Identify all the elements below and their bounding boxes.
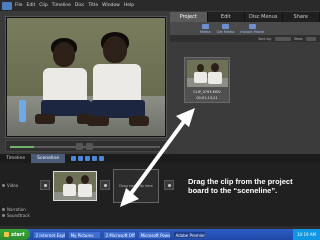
tool-icon[interactable] xyxy=(70,156,76,161)
instant-movie-button[interactable]: Instant Movie xyxy=(240,23,264,34)
clip-duration: 00;01;13;21 xyxy=(196,96,218,100)
project-toolbar: Media Get Media Instant Movie xyxy=(170,22,320,35)
menu-edit[interactable]: Edit xyxy=(27,3,36,8)
view-label: View: xyxy=(293,36,303,41)
sort-label: Sort by: xyxy=(258,36,272,41)
tab-disc-menus[interactable]: Disc Menus xyxy=(245,12,283,22)
task-tabs: Project Edit Disc Menus Share xyxy=(170,12,320,22)
windows-taskbar: start 2 Internet Explorer My Pictures 2 … xyxy=(0,229,320,240)
project-clip-card[interactable]: CLIP_0793.MOV 00;01;13;21 xyxy=(184,57,230,103)
windows-logo-icon xyxy=(4,232,9,237)
taskbar-item[interactable]: Microsoft PowerPoi... xyxy=(137,230,171,239)
taskbar-item[interactable]: 2 Internet Explorer xyxy=(32,230,66,239)
water-bottle xyxy=(19,100,26,122)
monitor-panel xyxy=(0,12,170,154)
system-tray: 10:19 AM xyxy=(293,229,320,240)
track-dot-icon xyxy=(2,184,5,187)
tool-icon[interactable] xyxy=(91,156,97,161)
scrub-fill xyxy=(10,146,34,148)
drop-target[interactable]: Drag next clip here xyxy=(113,169,159,203)
get-media-button[interactable]: Get Media xyxy=(217,23,234,34)
transition-slot[interactable] xyxy=(40,180,50,190)
track-dot-icon xyxy=(2,214,5,217)
menu-file[interactable]: File xyxy=(15,3,23,8)
monitor-scrubber[interactable] xyxy=(5,140,167,152)
taskbar-item[interactable]: My Pictures xyxy=(67,230,101,239)
video-preview[interactable] xyxy=(7,18,165,136)
sceneline-area: Video Narration Soundtrack Drag next cli… xyxy=(0,163,320,226)
clip-name: CLIP_0793.MOV xyxy=(193,90,221,94)
sceneline-tools xyxy=(70,156,104,161)
taskbar-item[interactable]: Adobe Premiere Ele... xyxy=(172,230,206,239)
menu-bar: File Edit Clip Timeline Disc Title Windo… xyxy=(0,0,320,154)
menu-clip[interactable]: Clip xyxy=(39,3,48,8)
taskbar-item[interactable]: 2 Microsoft Office ... xyxy=(102,230,136,239)
tab-share[interactable]: Share xyxy=(283,12,320,22)
track-dot-icon xyxy=(2,208,5,211)
tool-icon[interactable] xyxy=(98,156,104,161)
menu-window[interactable]: Window xyxy=(102,3,120,8)
track-narration: Narration xyxy=(2,207,26,212)
premiere-elements-window: File Edit Clip Timeline Disc Title Windo… xyxy=(0,0,320,240)
menu-timeline[interactable]: Timeline xyxy=(52,3,71,8)
start-button[interactable]: start xyxy=(0,229,30,240)
sort-dropdown[interactable] xyxy=(274,36,291,41)
menu-title[interactable]: Title xyxy=(88,3,98,8)
clock: 10:19 AM xyxy=(297,232,316,237)
tool-icon[interactable] xyxy=(84,156,90,161)
menu-disc[interactable]: Disc xyxy=(75,3,85,8)
tool-icon[interactable] xyxy=(77,156,83,161)
track-soundtrack: Soundtrack xyxy=(2,213,30,218)
sceneline-clip[interactable] xyxy=(53,171,97,201)
view-dropdown[interactable] xyxy=(306,36,316,41)
tasks-panel: Project Edit Disc Menus Share Media Get … xyxy=(170,12,320,154)
media-icon xyxy=(201,23,209,29)
tab-sceneline[interactable]: Sceneline xyxy=(31,154,65,163)
tab-timeline[interactable]: Timeline xyxy=(0,154,31,163)
step-button[interactable] xyxy=(86,143,93,150)
play-button[interactable] xyxy=(76,143,83,150)
instruction-text: Drag the clip from the project board to … xyxy=(188,177,293,195)
media-button[interactable]: Media xyxy=(200,23,211,34)
timeline-tab-bar: Timeline Sceneline xyxy=(0,154,320,163)
tab-project[interactable]: Project xyxy=(170,12,208,22)
app-logo-icon xyxy=(2,1,12,10)
clip-thumbnail xyxy=(187,60,228,87)
menu-help[interactable]: Help xyxy=(124,3,134,8)
transition-slot[interactable] xyxy=(100,180,110,190)
track-video: Video xyxy=(2,183,18,188)
project-filter-bar: Sort by: View: xyxy=(170,35,320,42)
transition-slot[interactable] xyxy=(164,180,174,190)
monitor-frame xyxy=(5,16,167,138)
instant-movie-icon xyxy=(248,23,256,29)
get-media-icon xyxy=(221,23,229,29)
tab-edit[interactable]: Edit xyxy=(208,12,245,22)
